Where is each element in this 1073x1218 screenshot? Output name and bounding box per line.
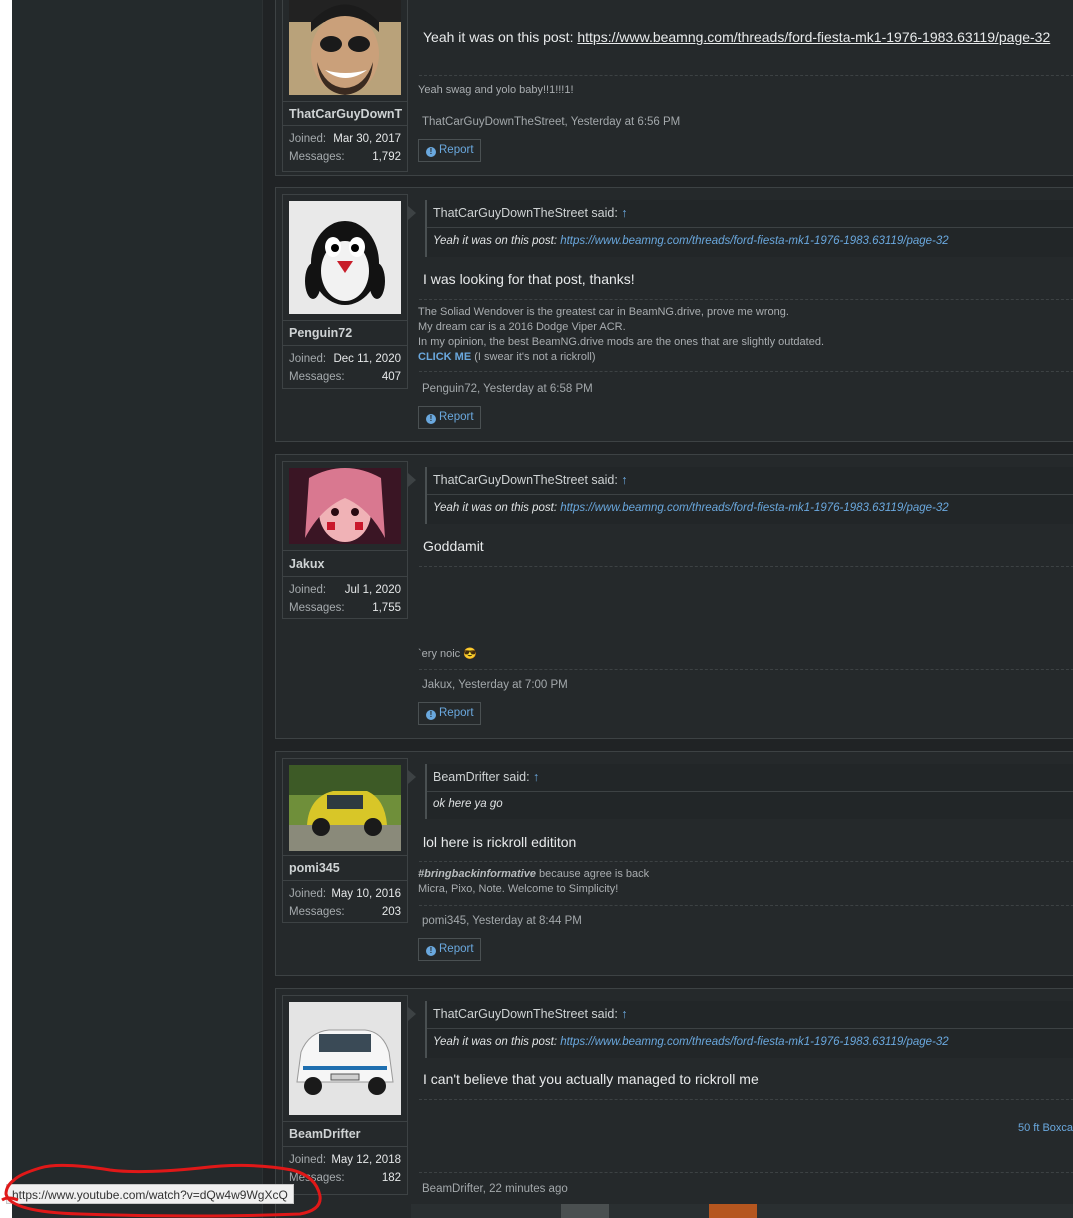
messages-stat: Messages: 1,792 (289, 151, 401, 163)
user-card: pomi345 Joined: May 10, 2016 Messages: 203 (282, 758, 408, 923)
signature: Yeah swag and yolo baby!!1!!!1! (418, 84, 574, 96)
username[interactable]: BeamDrifter (289, 1127, 403, 1141)
post-message: I was looking for that post, thanks! (423, 271, 635, 287)
joined-stat: Joined: May 10, 2016 (289, 888, 401, 900)
arrow-up-icon[interactable]: ↑ (533, 770, 539, 784)
arrow-up-icon[interactable]: ↑ (621, 1007, 627, 1021)
info-icon: ! (426, 414, 436, 424)
user-card: Penguin72 Joined: Dec 11, 2020 Messages: 4… (282, 194, 408, 389)
user-card: ThatCarGuyDownTheStreet Joined:Mar 30, 2… (282, 0, 408, 172)
username[interactable]: Penguin72 (289, 326, 403, 340)
bottom-button-orange[interactable] (709, 1204, 757, 1218)
quote-link[interactable]: https://www.beamng.com/threads/ford-fies… (560, 502, 948, 514)
signature: The Soliad Wendover is the greatest car … (418, 306, 825, 363)
joined-stat: Joined: Mar 30, 2017 (289, 133, 401, 145)
quote-link[interactable]: https://www.beamng.com/threads/ford-fies… (560, 1036, 948, 1048)
post-meta[interactable]: pomi345, Yesterday at 8:44 PM (422, 915, 582, 927)
quote-block: ThatCarGuyDownTheStreet said: ↑ Yeah it … (425, 200, 1073, 257)
post-meta[interactable]: ThatCarGuyDownTheStreet, Yesterday at 6:… (422, 116, 680, 128)
quote-author[interactable]: ThatCarGuyDownTheStreet said: ↑ (433, 206, 628, 220)
quote-block: BeamDrifter said: ↑ ok here ya go (425, 764, 1073, 819)
avatar[interactable] (289, 201, 401, 314)
report-button[interactable]: ! Report (418, 938, 481, 961)
avatar[interactable] (289, 0, 401, 95)
avatar[interactable] (289, 765, 401, 851)
report-button[interactable]: ! Report (418, 702, 481, 725)
quote-author[interactable]: ThatCarGuyDownTheStreet said: ↑ (433, 473, 628, 487)
sunglasses-emoji: 😎 (463, 648, 477, 660)
arrow-up-icon[interactable]: ↑ (621, 473, 627, 487)
post-pomi345: pomi345 Joined: May 10, 2016 Messages: 203… (275, 751, 1073, 976)
info-icon: ! (426, 710, 436, 720)
username[interactable]: ThatCarGuyDownTheStreet (289, 107, 403, 121)
username[interactable]: pomi345 (289, 861, 403, 875)
report-button[interactable]: ! Report (418, 139, 481, 162)
avatar[interactable] (289, 1002, 401, 1115)
post-thatcarguy: ThatCarGuyDownTheStreet Joined:Mar 30, 2… (275, 0, 1073, 176)
quote-text: ok here ya go (433, 798, 503, 810)
arrow-up-icon[interactable]: ↑ (621, 206, 627, 220)
messages-stat: Messages: 203 (289, 906, 401, 918)
quote-text: Yeah it was on this post: https://www.be… (433, 235, 949, 247)
quote-block: ThatCarGuyDownTheStreet said: ↑ Yeah it … (425, 1001, 1073, 1058)
avatar[interactable] (289, 468, 401, 544)
post-beamdrifter: BeamDrifter Joined: May 12, 2018 Messages… (275, 988, 1073, 1218)
joined-stat: Joined: Dec 11, 2020 (289, 353, 401, 365)
post-jakux: Jakux Joined: Jul 1, 2020 Messages: 1,755 … (275, 454, 1073, 739)
joined-stat: Joined: Jul 1, 2020 (289, 584, 401, 596)
post-message: Yeah it was on this post: https://www.be… (423, 29, 1051, 45)
forum-page: ThatCarGuyDownTheStreet Joined:Mar 30, 2… (12, 0, 1073, 1218)
post-penguin72: Penguin72 Joined: Dec 11, 2020 Messages: 4… (275, 187, 1073, 442)
signature-link[interactable]: 50 ft Boxca (1018, 1121, 1073, 1136)
report-button[interactable]: ! Report (418, 406, 481, 429)
signature: `ery noic 😎 (418, 648, 477, 660)
signature-link[interactable]: CLICK ME (418, 351, 471, 363)
post-message: Goddamit (423, 538, 484, 554)
quote-text: Yeah it was on this post: https://www.be… (433, 502, 949, 514)
thread-content: ThatCarGuyDownTheStreet Joined:Mar 30, 2… (262, 0, 1073, 1218)
quote-author[interactable]: ThatCarGuyDownTheStreet said: ↑ (433, 1007, 628, 1021)
info-icon: ! (426, 147, 436, 157)
quote-block: ThatCarGuyDownTheStreet said: ↑ Yeah it … (425, 467, 1073, 524)
post-meta[interactable]: BeamDrifter, 22 minutes ago (422, 1183, 568, 1195)
bottom-button-gray[interactable] (561, 1204, 609, 1218)
post-meta[interactable]: Penguin72, Yesterday at 6:58 PM (422, 383, 593, 395)
post-meta[interactable]: Jakux, Yesterday at 7:00 PM (422, 679, 568, 691)
messages-stat: Messages: 407 (289, 371, 401, 383)
message-link[interactable]: https://www.beamng.com/threads/ford-fies… (577, 29, 1050, 45)
quote-author[interactable]: BeamDrifter said: ↑ (433, 770, 539, 784)
info-icon: ! (426, 946, 436, 956)
quote-link[interactable]: https://www.beamng.com/threads/ford-fies… (560, 235, 948, 247)
quote-text: Yeah it was on this post: https://www.be… (433, 1036, 949, 1048)
username[interactable]: Jakux (289, 557, 403, 571)
post-message: lol here is rickroll edititon (423, 834, 577, 850)
left-sidebar (12, 0, 262, 1218)
messages-stat: Messages: 1,755 (289, 602, 401, 614)
user-card: Jakux Joined: Jul 1, 2020 Messages: 1,755 (282, 461, 408, 619)
red-circle-annotation (1, 1163, 322, 1218)
post-message: I can't believe that you actually manage… (423, 1071, 759, 1087)
signature: #bringbackinformative because agree is b… (418, 868, 650, 895)
